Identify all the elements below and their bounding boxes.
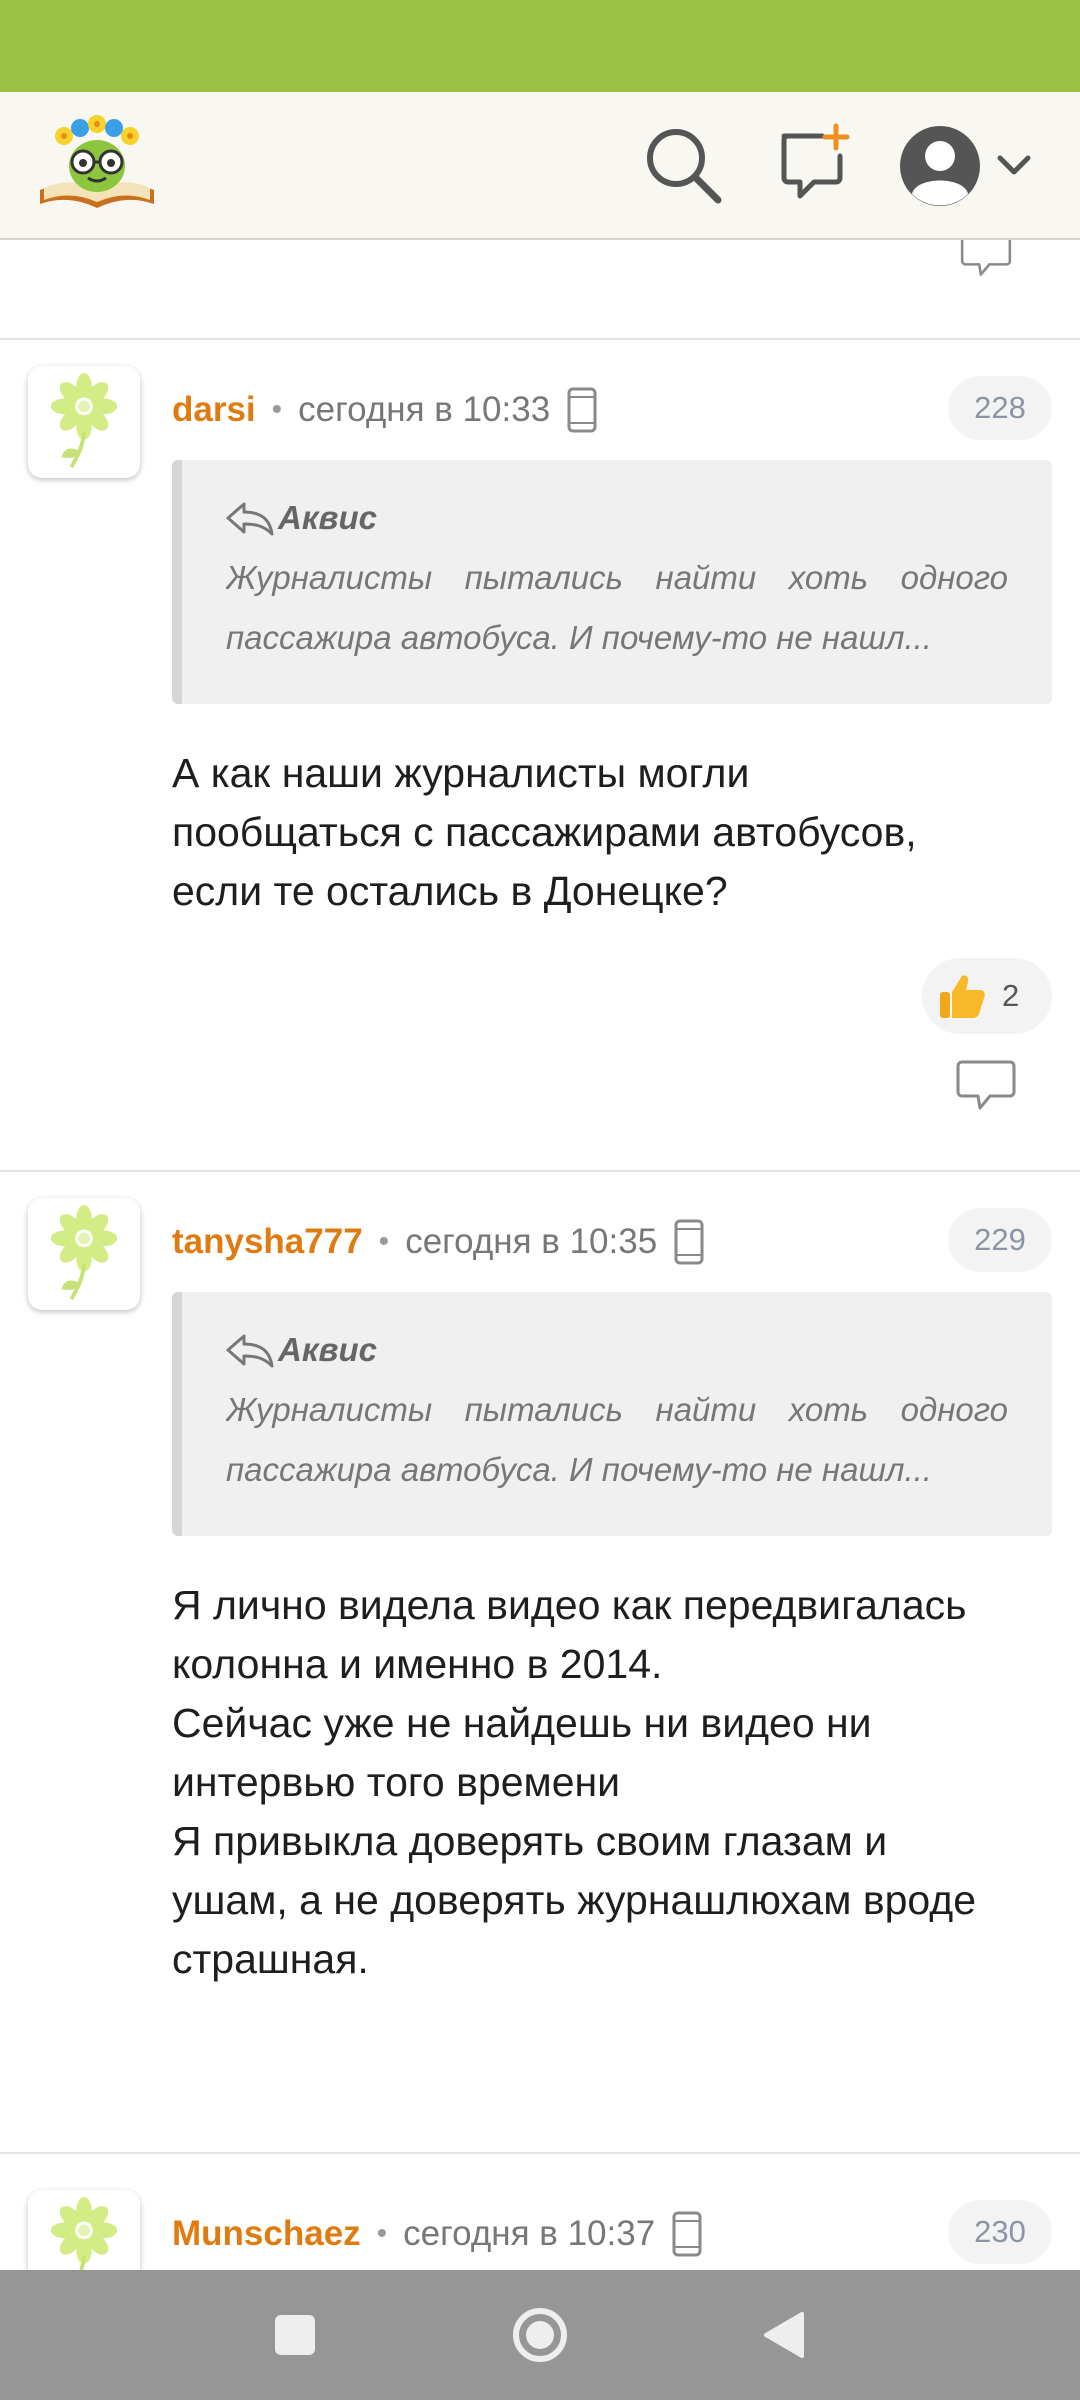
comment-number[interactable]: 228: [948, 376, 1052, 440]
mobile-device-icon: [673, 1219, 705, 1265]
comment-line: ушам, а не доверять журнашлюхам вроде: [172, 1877, 977, 1923]
quote-line: пассажира автобуса. И почему-то не нашл.…: [226, 619, 932, 656]
quote-header: Аквис: [226, 1328, 1008, 1372]
user-avatar-icon: [900, 126, 980, 206]
divider: [0, 1170, 1080, 1172]
status-bar: [0, 0, 1080, 92]
comment-body: А как наши журналисты могли пообщаться с…: [172, 744, 1052, 921]
comment-line: если те остались в Донецке?: [172, 868, 728, 914]
comment-author[interactable]: tanysha777: [172, 1222, 363, 1262]
separator-dot: •: [378, 1225, 390, 1258]
quote-line: пассажира автобуса. И почему-то не нашл.…: [226, 1451, 932, 1488]
comment-line: Сейчас уже не найдешь ни видео ни: [172, 1700, 872, 1746]
comment-author[interactable]: darsi: [172, 390, 256, 430]
mobile-device-icon: [566, 387, 598, 433]
avatar[interactable]: [28, 1198, 140, 1310]
comment-number[interactable]: 230: [948, 2200, 1052, 2264]
comment-time: сегодня в 10:35: [405, 1222, 658, 1261]
recent-apps-icon[interactable]: [260, 2300, 330, 2370]
search-icon[interactable]: [640, 122, 726, 208]
like-reaction[interactable]: 2: [922, 958, 1052, 1034]
user-menu[interactable]: [896, 118, 1046, 214]
quote-header: Аквис: [226, 496, 1008, 540]
comment-230: Munschaez • сегодня в 10:37 230: [0, 2190, 1080, 2270]
comment-line: страшная.: [172, 1936, 369, 1982]
comment-author[interactable]: Munschaez: [172, 2214, 361, 2254]
reaction-count: 2: [1002, 978, 1020, 1013]
back-icon[interactable]: [750, 2300, 820, 2370]
chevron-down-icon: [997, 155, 1031, 175]
comment-229: tanysha777 • сегодня в 10:35 229 Аквис Ж…: [0, 1198, 1080, 2270]
quote-text: Журналисты пытались найти хоть одного па…: [226, 548, 1008, 668]
quote-author: Аквис: [278, 499, 377, 536]
mobile-device-icon: [671, 2211, 703, 2257]
divider: [0, 338, 1080, 340]
comments-feed: darsi • сегодня в 10:33 228 Аквис Журнал…: [0, 240, 1080, 2270]
thumbs-up-icon: [940, 975, 985, 1018]
comment-line: пообщаться с пассажирами автобусов,: [172, 809, 917, 855]
new-post-icon[interactable]: [770, 122, 856, 208]
avatar[interactable]: [28, 366, 140, 478]
comment-number[interactable]: 229: [948, 1208, 1052, 1272]
separator-dot: •: [271, 393, 283, 426]
comment-body: Я лично видела видео как передвигалась к…: [172, 1576, 1052, 1989]
comment-meta: Munschaez • сегодня в 10:37: [172, 2204, 703, 2264]
home-icon[interactable]: [505, 2300, 575, 2370]
comment-line: Я привыкла доверять своим глазам и: [172, 1818, 888, 1864]
quote-line: Журналисты пытались найти хоть одного: [226, 559, 1008, 596]
comment-line: интервью того времени: [172, 1759, 621, 1805]
quote-author: Аквис: [278, 1331, 377, 1368]
quote-reply-arrow-icon: [226, 1332, 274, 1368]
site-logo[interactable]: [34, 112, 160, 212]
system-navigation-bar: [0, 2270, 1080, 2400]
comment-line: колонна и именно в 2014.: [172, 1641, 663, 1687]
quote-block[interactable]: Аквис Журналисты пытались найти хоть одн…: [172, 460, 1052, 704]
comment-time: сегодня в 10:37: [403, 2214, 656, 2253]
quote-text: Журналисты пытались найти хоть одного па…: [226, 1380, 1008, 1500]
quote-line: Журналисты пытались найти хоть одного: [226, 1391, 1008, 1428]
comment-meta: tanysha777 • сегодня в 10:35: [172, 1212, 705, 1272]
separator-dot: •: [376, 2217, 388, 2250]
quote-reply-arrow-icon: [226, 500, 274, 536]
app-header: [0, 92, 1080, 240]
comment-meta: darsi • сегодня в 10:33: [172, 380, 598, 440]
reply-icon[interactable]: [956, 1058, 1016, 1112]
comment-line: А как наши журналисты могли: [172, 750, 750, 796]
quote-block[interactable]: Аквис Журналисты пытались найти хоть одн…: [172, 1292, 1052, 1536]
avatar[interactable]: [28, 2190, 140, 2270]
reply-icon[interactable]: [956, 240, 1016, 286]
comment-228: darsi • сегодня в 10:33 228 Аквис Журнал…: [0, 366, 1080, 976]
comment-line: Я лично видела видео как передвигалась: [172, 1582, 967, 1628]
comment-time: сегодня в 10:33: [298, 390, 551, 429]
divider: [0, 2152, 1080, 2154]
